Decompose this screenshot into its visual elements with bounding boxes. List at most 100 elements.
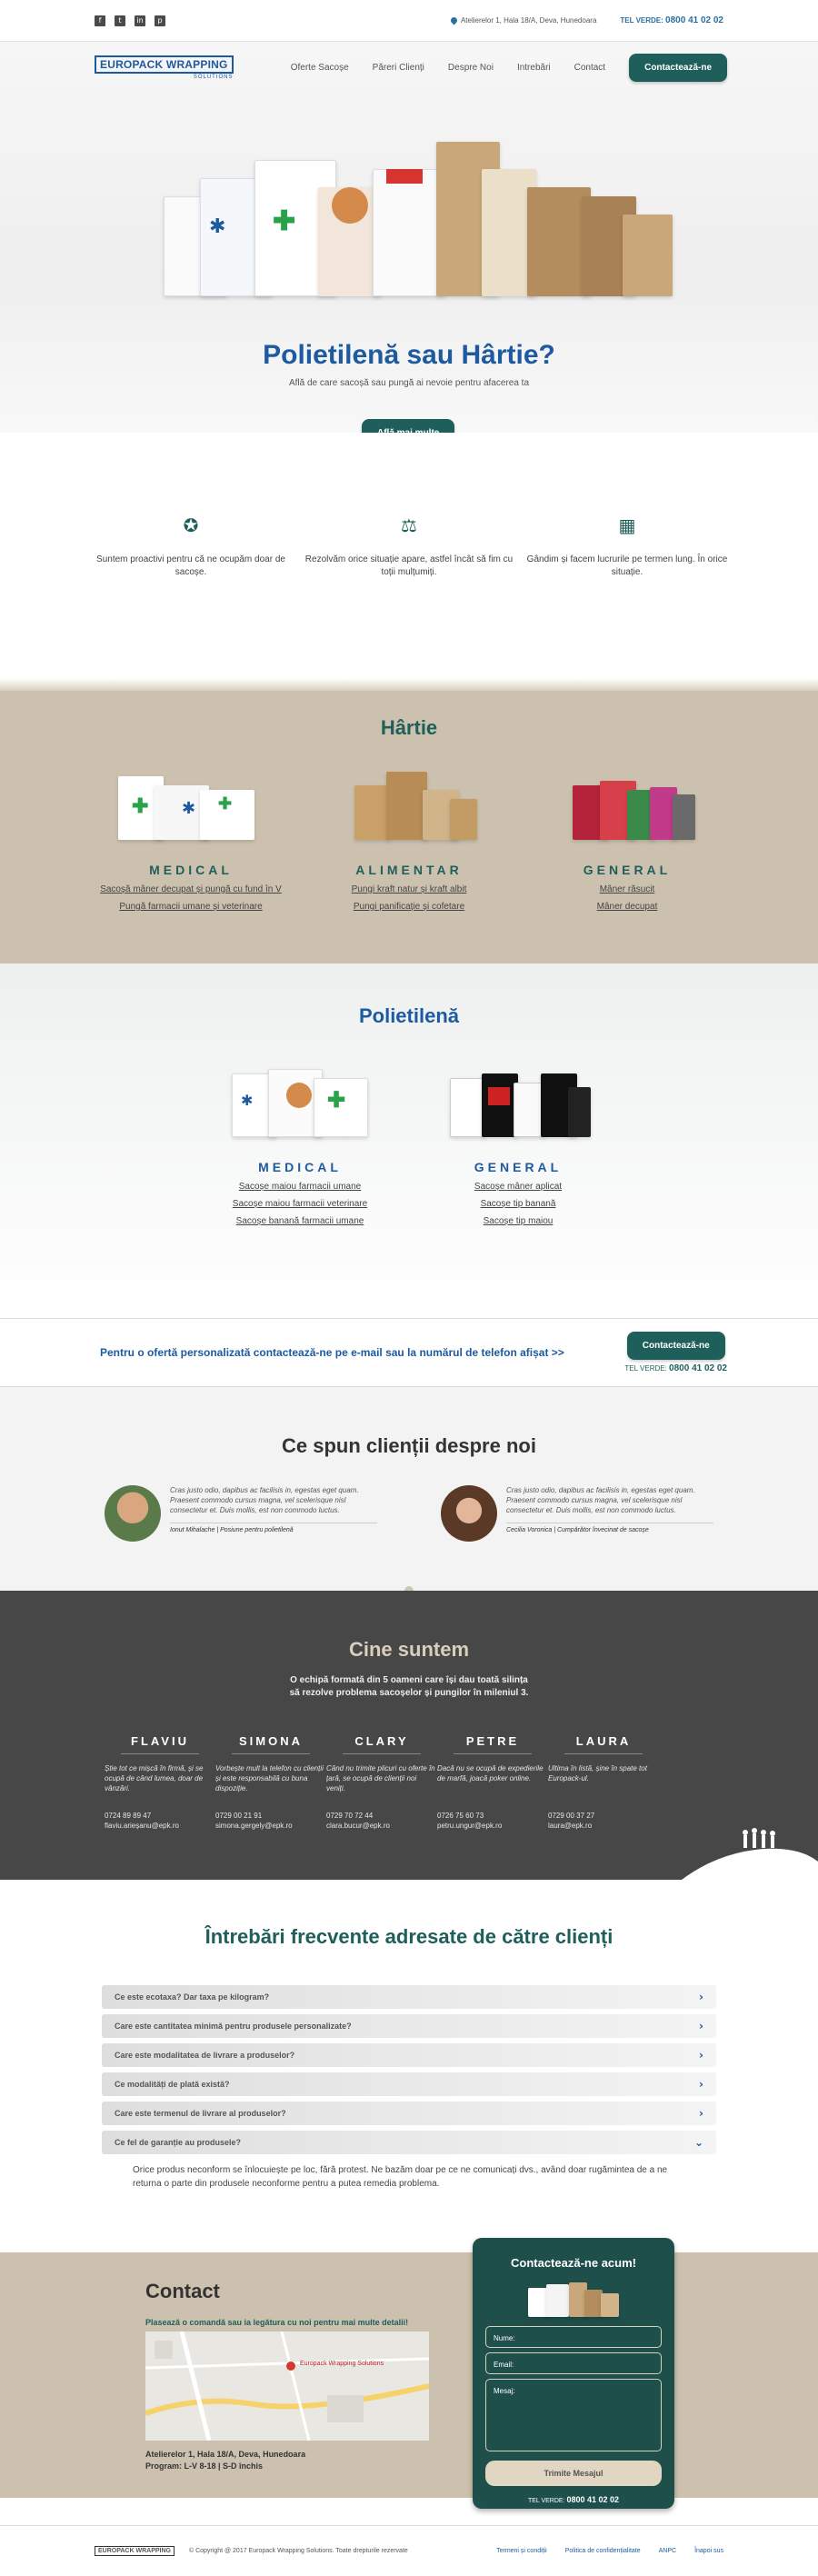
contact-form: Contactează-ne acum! Nume: Email: Mesaj:… xyxy=(473,2238,674,2509)
main-nav: EUROPACK WRAPPING SOLUTIONS Oferte Sacoș… xyxy=(95,49,727,85)
nav-menu: Oferte Sacoșe Păreri Clienți Despre Noi … xyxy=(291,53,727,82)
nav-item-pareri[interactable]: Păreri Clienți xyxy=(373,63,424,73)
email-field[interactable]: Email: xyxy=(485,2352,662,2374)
testimonials-section: Ce spun clienții despre noi Cras justo o… xyxy=(0,1387,818,1597)
plastic-medical-link[interactable]: Sacoșe banană farmacii umane xyxy=(191,1216,409,1226)
location-pin-icon xyxy=(449,15,459,25)
paper-general-link[interactable]: Mâner răsucit xyxy=(518,884,736,894)
message-field[interactable]: Mesaj: xyxy=(485,2379,662,2451)
offer-bar: Pentru o ofertă personalizată contacteaz… xyxy=(0,1318,818,1387)
team-member: PETRE Dacă nu se ocupă de expedierile de… xyxy=(437,1734,544,1830)
linkedin-icon[interactable]: in xyxy=(135,15,145,26)
team-hill-illustration xyxy=(682,1828,818,1880)
faq-question[interactable]: Care este termenul de livrare al produse… xyxy=(102,2102,716,2125)
map-label: Europack Wrapping Solutions xyxy=(300,2361,384,2367)
offer-contact-button[interactable]: Contactează-ne xyxy=(626,1332,725,1360)
chevron-right-icon: › xyxy=(699,2020,703,2032)
plastic-general-image xyxy=(441,1064,595,1137)
plastic-general: GENERAL Sacoșe mâner aplicat Sacoșe tip … xyxy=(409,1064,627,1233)
footer-link-terms[interactable]: Termeni și condiții xyxy=(496,2548,547,2554)
plastic-general-link[interactable]: Sacoșe tip banană xyxy=(409,1199,627,1209)
chevron-right-icon: › xyxy=(699,1991,703,2003)
faq-question[interactable]: Ce este ecotaxa? Dar taxa pe kilogram? › xyxy=(102,1985,716,2009)
paper-medical-link[interactable]: Sacoșă mâner decupat și pungă cu fund în… xyxy=(82,884,300,894)
footer-logo[interactable]: EUROPACK WRAPPING xyxy=(95,2546,175,2556)
paper-medical-link[interactable]: Pungă farmacii umane și veterinare xyxy=(82,902,300,912)
plastic-general-link[interactable]: Sacoșe tip maiou xyxy=(409,1216,627,1226)
hero-bags-image: ✚ ✱ xyxy=(164,142,673,296)
paper-food-link[interactable]: Pungi panificație și cofetare xyxy=(300,902,518,912)
offer-phone[interactable]: TEL VERDE: 0800 41 02 02 xyxy=(624,1363,727,1373)
paper-section: Hârtie ✚ ✱ ✚ MEDICAL Sacoșă mâner decupa… xyxy=(0,691,818,964)
faq-question[interactable]: Ce modalități de plată există? › xyxy=(102,2072,716,2096)
pinterest-icon[interactable]: p xyxy=(155,15,165,26)
chevron-right-icon: › xyxy=(699,2107,703,2120)
faq-question-open[interactable]: Ce fel de garanție au produsele? ⌄ xyxy=(102,2131,716,2154)
torn-paper-divider xyxy=(0,678,818,691)
paper-food-image xyxy=(318,767,500,840)
copyright: © Copyright @ 2017 Europack Wrapping Sol… xyxy=(188,2548,408,2554)
send-message-button[interactable]: Trimite Mesajul xyxy=(485,2461,662,2486)
team-member: LAURA Ultima în listă, șine în spate tot… xyxy=(548,1734,647,1830)
footer-link-back-top[interactable]: Înapoi sus xyxy=(694,2548,723,2554)
hero-title: Polietilenă sau Hârtie? xyxy=(263,340,555,370)
plastic-section: Polietilenă ✚ ✱ MEDICAL Sacoșe maiou far… xyxy=(0,964,818,1318)
plastic-medical-link[interactable]: Sacoșe maiou farmacii umane xyxy=(191,1182,409,1192)
footer-link-privacy[interactable]: Politica de confidențialitate xyxy=(565,2548,641,2554)
feature-solve: ⚖ Rezolvăm orice situație apare, astfel … xyxy=(304,514,514,577)
facebook-icon[interactable]: f xyxy=(95,15,105,26)
paper-title: Hârtie xyxy=(380,716,438,739)
feature-proactive: ✪ Suntem proactivi pentru că ne ocupăm d… xyxy=(96,514,285,577)
paper-medical: ✚ ✱ ✚ MEDICAL Sacoșă mâner decupat și pu… xyxy=(82,767,300,919)
plastic-general-link[interactable]: Sacoșe mâner aplicat xyxy=(409,1182,627,1192)
name-field[interactable]: Nume: xyxy=(485,2326,662,2348)
faq-title: Întrebări frecvente adresate de către cl… xyxy=(204,1925,614,1948)
footer: EUROPACK WRAPPING © Copyright @ 2017 Eur… xyxy=(0,2525,818,2576)
hero-subtitle: Află de care sacoșă sau pungă ai nevoie … xyxy=(288,378,530,388)
chevron-down-icon: ⌄ xyxy=(693,2136,703,2149)
scales-icon: ⚖ xyxy=(401,514,417,536)
top-bar: f t in p Atelierelor 1, Hala 18/A, Deva,… xyxy=(0,0,818,42)
contact-form-title: Contactează-ne acum! xyxy=(511,2256,636,2270)
calendar-icon: ▦ xyxy=(618,514,636,536)
contact-phone[interactable]: TEL VERDE: 0800 41 02 02 xyxy=(485,2495,662,2504)
top-phone[interactable]: TEL VERDE: 0800 41 02 02 xyxy=(620,15,723,25)
plastic-medical-image: ✚ ✱ xyxy=(223,1064,377,1137)
award-icon: ✪ xyxy=(183,514,199,536)
hero-cta-button[interactable]: Află mai multe xyxy=(362,419,455,433)
testimonial-card: Cras justo odio, dapibus ac facilisis in… xyxy=(105,1485,377,1542)
chevron-right-icon: › xyxy=(699,2049,703,2062)
faq-question[interactable]: Care este modalitatea de livrare a produ… xyxy=(102,2043,716,2067)
plastic-medical: ✚ ✱ MEDICAL Sacoșe maiou farmacii umane … xyxy=(191,1064,409,1233)
paper-medical-image: ✚ ✱ ✚ xyxy=(100,767,282,840)
features-section: ✪ Suntem proactivi pentru că ne ocupăm d… xyxy=(0,433,818,678)
paper-food: ALIMENTAR Pungi kraft natur și kraft alb… xyxy=(300,767,518,919)
paper-food-link[interactable]: Pungi kraft natur și kraft albit xyxy=(300,884,518,894)
nav-item-despre[interactable]: Despre Noi xyxy=(448,63,494,73)
team-member: FLAVIU Știe tot ce mișcă în firmă, și se… xyxy=(105,1734,204,1830)
paper-general-link[interactable]: Mâner decupat xyxy=(518,902,736,912)
faq-question[interactable]: Care este cantitatea minimă pentru produ… xyxy=(102,2014,716,2038)
team-title: Cine suntem xyxy=(348,1638,470,1661)
twitter-icon[interactable]: t xyxy=(115,15,125,26)
nav-contact-button[interactable]: Contactează-ne xyxy=(629,53,727,82)
nav-item-intrebari[interactable]: Intrebări xyxy=(517,63,551,73)
chevron-right-icon: › xyxy=(699,2078,703,2091)
map[interactable]: Europack Wrapping Solutions xyxy=(145,2331,429,2441)
logo[interactable]: EUROPACK WRAPPING SOLUTIONS xyxy=(95,55,234,80)
paper-general: GENERAL Mâner răsucit Mâner decupat xyxy=(518,767,736,919)
team-intro: O echipă formată din 5 oameni care își d… xyxy=(289,1675,529,1698)
contact-section: Contact Plasează o comandă sau ia legătu… xyxy=(0,2238,818,2509)
faq-section: Întrebări frecvente adresate de către cl… xyxy=(0,1880,818,2252)
plastic-medical-link[interactable]: Sacoșe maiou farmacii veterinare xyxy=(191,1199,409,1209)
contact-form-bags-image xyxy=(528,2281,619,2317)
avatar xyxy=(441,1485,497,1542)
avatar xyxy=(105,1485,161,1542)
nav-item-oferte[interactable]: Oferte Sacoșe xyxy=(291,63,349,73)
top-address: Atelierelor 1, Hala 18/A, Deva, Hunedoar… xyxy=(449,15,596,25)
contact-address: Atelierelor 1, Hala 18/A, Deva, Hunedoar… xyxy=(145,2450,306,2471)
contact-lead: Plasează o comandă sau ia legătura cu no… xyxy=(145,2318,409,2327)
testimonial-card: Cras justo odio, dapibus ac facilisis in… xyxy=(441,1485,713,1542)
nav-item-contact[interactable]: Contact xyxy=(574,63,605,73)
footer-link-anpc[interactable]: ANPC xyxy=(659,2548,676,2554)
